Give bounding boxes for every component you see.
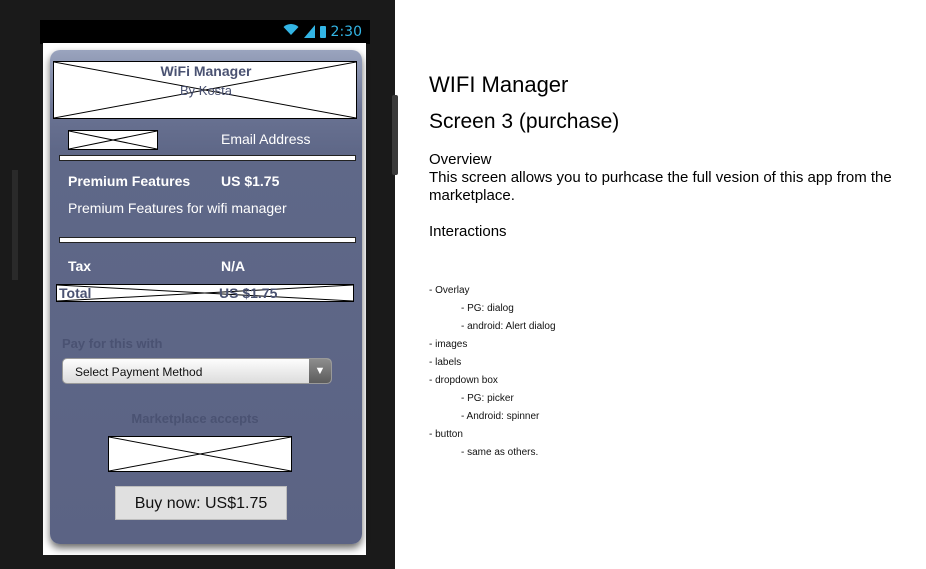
list-item: - same as others.: [461, 447, 539, 458]
notes-subtitle: Screen 3 (purchase): [429, 110, 620, 133]
list-item: - android: Alert dialog: [461, 321, 556, 332]
pay-with-label: Pay for this with: [62, 336, 163, 351]
payment-logos-placeholder: [108, 436, 292, 472]
total-row-placeholder: [56, 284, 354, 302]
interactions-list: - Overlay - PG: dialog - android: Alert …: [429, 282, 556, 462]
chevron-down-icon: ▼: [309, 359, 331, 383]
status-time: 2:30: [330, 23, 362, 40]
overview-text: This screen allows you to purhcase the f…: [429, 169, 892, 204]
wifi-icon: [283, 23, 299, 40]
purchase-dialog: WiFi Manager By Kosta Email Address Prem…: [50, 50, 362, 544]
payment-method-dropdown[interactable]: Select Payment Method ▼: [62, 358, 332, 384]
tax-label: Tax: [68, 258, 92, 274]
tax-value: N/A: [221, 258, 246, 274]
total-value: US $1.75: [219, 285, 278, 301]
list-item: - PG: dialog: [461, 303, 514, 314]
feature-description: Premium Features for wifi manager: [68, 200, 287, 216]
list-item: - dropdown box: [429, 375, 498, 386]
email-address-label: Email Address: [221, 131, 311, 147]
list-item: - button: [429, 429, 463, 440]
payment-method-selected: Select Payment Method: [75, 365, 203, 379]
phone-volume-button: [392, 95, 398, 175]
app-title: WiFi Manager: [160, 63, 252, 79]
app-author: By Kosta: [179, 83, 233, 98]
notes-title: WIFI Manager: [429, 72, 569, 97]
buy-now-button[interactable]: Buy now: US$1.75: [115, 486, 287, 520]
phone-frame: 2:30 WiFi Manager By Kosta Email Address…: [0, 0, 398, 569]
divider: [59, 237, 356, 243]
status-bar: 2:30: [40, 20, 370, 44]
total-label: Total: [59, 285, 92, 301]
feature-price: US $1.75: [221, 173, 280, 189]
divider: [59, 155, 356, 161]
feature-name: Premium Features: [68, 173, 191, 189]
list-item: - Overlay: [429, 285, 470, 296]
battery-icon: [319, 25, 326, 38]
list-item: - labels: [429, 357, 462, 368]
phone-side-button: [12, 170, 18, 280]
signal-icon: [303, 25, 315, 38]
list-item: - Android: spinner: [461, 411, 540, 422]
interactions-heading: Interactions: [429, 223, 507, 240]
list-item: - images: [429, 339, 468, 350]
overview-heading: Overview: [429, 151, 492, 168]
email-image-placeholder: [68, 130, 158, 150]
list-item: - PG: picker: [461, 393, 514, 404]
marketplace-accepts-label: Marketplace accepts: [131, 411, 259, 426]
